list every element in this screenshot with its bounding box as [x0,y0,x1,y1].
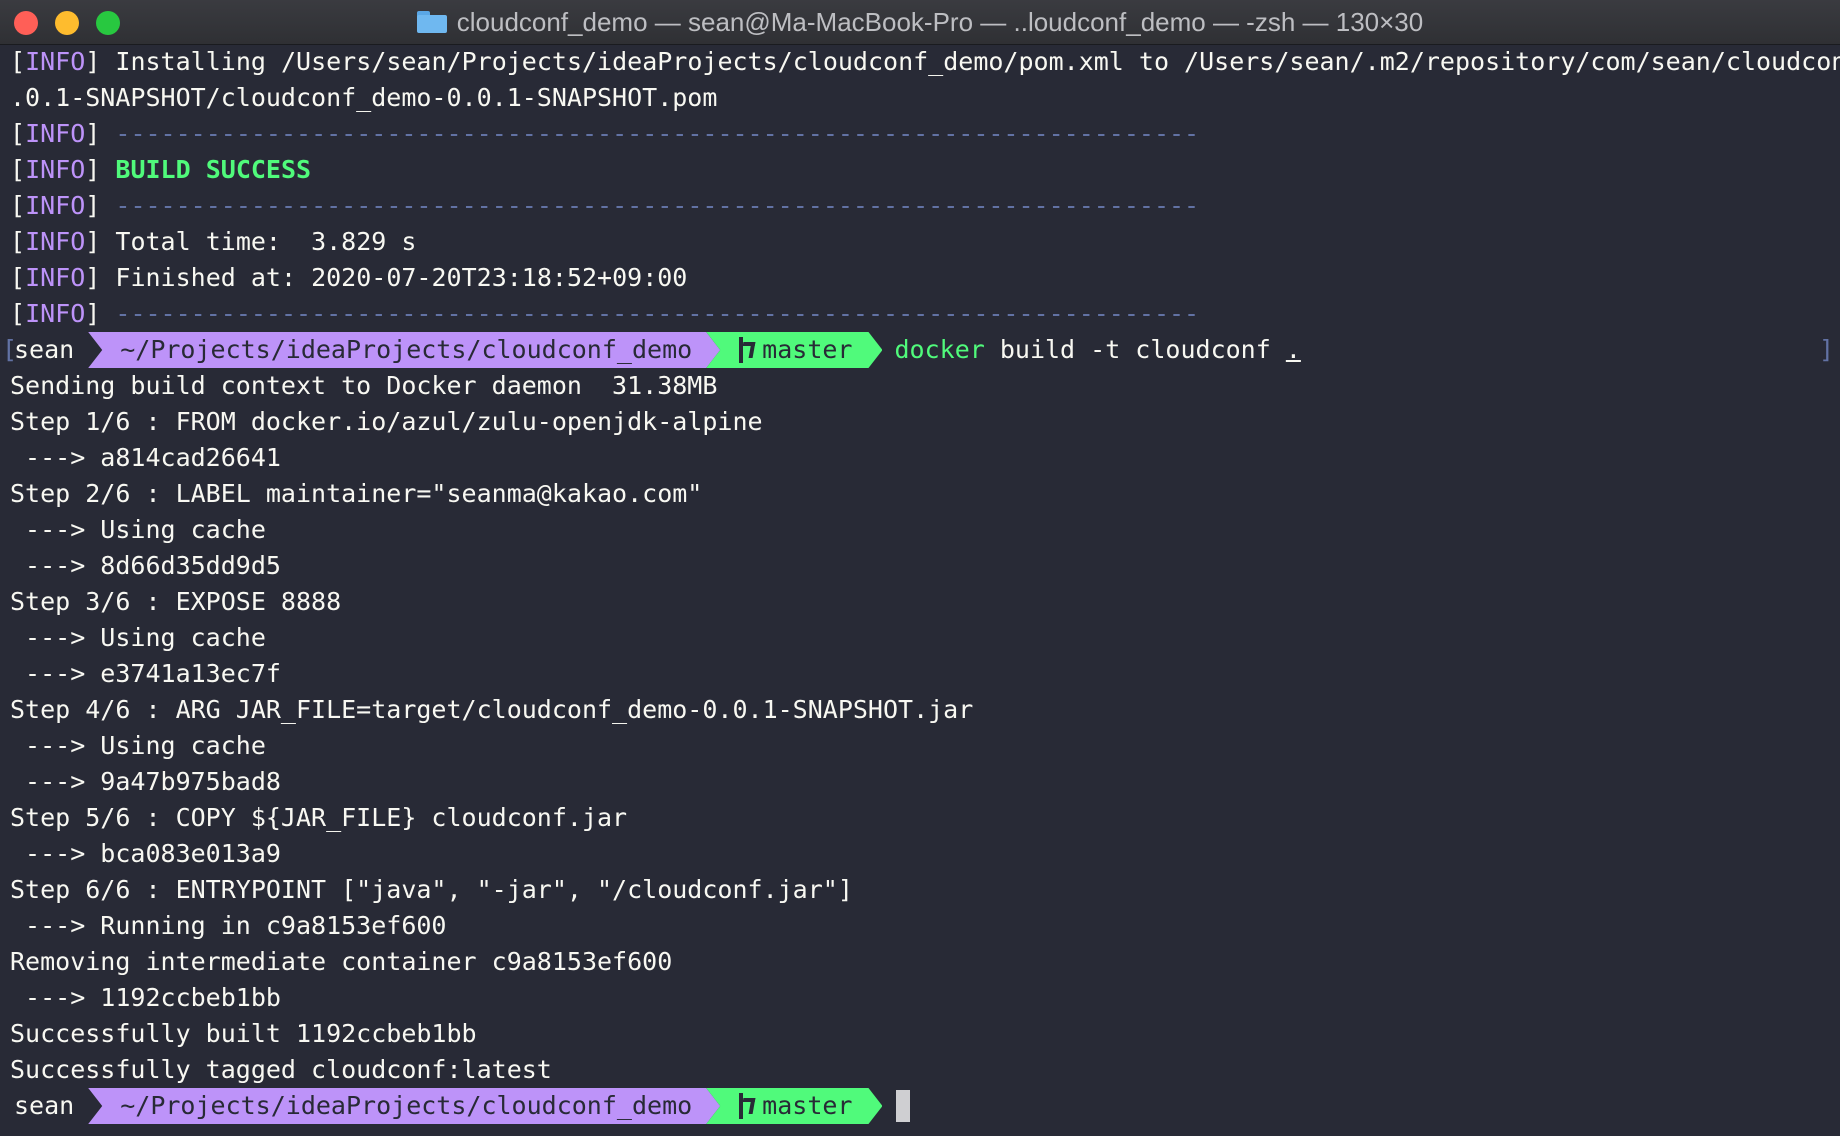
info-tag: [INFO] [10,299,101,328]
docker-output-line: ---> e3741a13ec7f [10,659,281,688]
maven-separator-line: [INFO] ---------------------------------… [0,188,1840,224]
prompt-branch-segment: master [706,332,882,368]
docker-output-line: ---> 9a47b975bad8 [10,767,281,796]
docker-output-line: ---> bca083e013a9 [10,839,281,868]
docker-output-line: Step 4/6 : ARG JAR_FILE=target/cloudconf… [10,695,974,724]
docker-output-line: Successfully built 1192ccbeb1bb [10,1019,477,1048]
docker-output-line: Step 5/6 : COPY ${JAR_FILE} cloudconf.ja… [10,803,628,832]
docker-output-line: Sending build context to Docker daemon 3… [10,371,718,400]
command-args: build -t cloudconf [984,335,1286,364]
prompt-branch: master [762,1091,853,1120]
docker-output-line: Removing intermediate container c9a8153e… [10,947,673,976]
docker-output-line: Step 6/6 : ENTRYPOINT ["java", "-jar", "… [10,875,853,904]
info-tag: [INFO] [10,263,101,292]
prompt-path: ~/Projects/ideaProjects/cloudconf_demo [88,1088,720,1124]
prompt-path: ~/Projects/ideaProjects/cloudconf_demo [88,332,720,368]
docker-output-line: Successfully tagged cloudconf:latest [10,1055,552,1084]
maven-build-status-line: [INFO] BUILD SUCCESS [0,152,1840,188]
docker-output-line: Step 1/6 : FROM docker.io/azul/zulu-open… [10,407,763,436]
maven-finished-at-line: [INFO] Finished at: 2020-07-20T23:18:52+… [10,263,688,292]
docker-output-line: ---> Running in c9a8153ef600 [10,911,447,940]
command-context: . [1285,335,1301,364]
separator: ----------------------------------------… [115,299,1200,328]
docker-output-line: Step 3/6 : EXPOSE 8888 [10,587,342,616]
docker-output-line: ---> Using cache [10,515,266,544]
docker-output-line: ---> 1192ccbeb1bb [10,983,281,1012]
docker-output-line: ---> Using cache [10,731,266,760]
docker-output-line: ---> a814cad26641 [10,443,281,472]
selection-bracket-left: [ [2,335,18,364]
info-tag: [INFO] [10,47,101,76]
info-tag: [INFO] [10,155,101,184]
command-text: docker build -t cloudconf . [882,332,1300,368]
title-bar: cloudconf_demo — sean@Ma-MacBook-Pro — .… [0,0,1840,45]
info-tag: [INFO] [10,227,101,256]
terminal-output[interactable]: [INFO] Installing /Users/sean/Projects/i… [0,44,1840,1136]
prompt-user: sean [14,1091,75,1120]
command-binary: docker [894,335,985,364]
prompt-branch-segment: master [706,1088,882,1124]
info-tag: [INFO] [10,191,101,220]
active-prompt-line[interactable]: sean ~/Projects/ideaProjects/cloudconf_d… [0,1088,1840,1124]
text-cursor[interactable] [896,1090,911,1122]
maven-separator-line: [INFO] ---------------------------------… [0,116,1840,152]
git-branch-icon [736,1093,752,1119]
docker-output-line: Step 2/6 : LABEL maintainer="seanma@kaka… [10,479,703,508]
folder-icon [416,11,447,33]
selection-bracket-right: ] [1818,335,1834,364]
docker-output-line: ---> Using cache [10,623,266,652]
build-status: BUILD SUCCESS [115,155,312,184]
info-tag: [INFO] [10,119,101,148]
maven-total-time-line: [INFO] Total time: 3.829 s [10,227,417,256]
terminal-window: cloudconf_demo — sean@Ma-MacBook-Pro — .… [0,0,1840,1136]
window-title-area: cloudconf_demo — sean@Ma-MacBook-Pro — .… [0,0,1840,44]
maven-install-line-continued: .0.1-SNAPSHOT/cloudconf_demo-0.0.1-SNAPS… [10,83,718,112]
docker-output-line: ---> 8d66d35dd9d5 [10,551,281,580]
git-branch-icon [736,337,752,363]
maven-separator-line: [INFO] ---------------------------------… [0,296,1840,332]
prompt-line: [ sean ~/Projects/ideaProjects/cloudconf… [0,332,1840,368]
window-title: cloudconf_demo — sean@Ma-MacBook-Pro — .… [456,6,1424,37]
maven-install-line: [INFO] Installing /Users/sean/Projects/i… [10,47,1840,76]
separator: ----------------------------------------… [115,119,1200,148]
separator: ----------------------------------------… [115,191,1200,220]
prompt-branch: master [762,335,853,364]
